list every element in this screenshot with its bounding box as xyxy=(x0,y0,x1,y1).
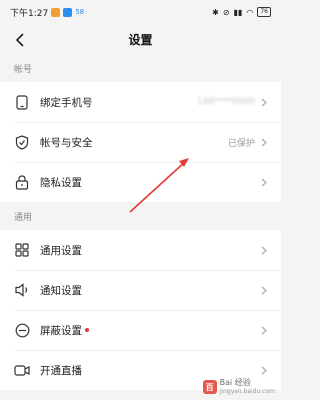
back-button[interactable] xyxy=(10,30,30,50)
security-status-value: 已保护 xyxy=(227,138,255,149)
general-group: 通用设置 通知设置 屏蔽设置 开通直播 xyxy=(0,230,281,390)
chevron-right-icon xyxy=(261,246,269,254)
notification-app-icon xyxy=(63,7,73,17)
notification-app-icon xyxy=(51,7,61,17)
section-header-account: 帐号 xyxy=(0,54,281,82)
status-bar: 下午1:27 58 ✱ ⊘ ▮▮ ◠ 76 xyxy=(0,0,281,24)
mute-icon: ⊘ xyxy=(222,7,230,17)
grid-icon xyxy=(14,242,30,258)
settings-item-label: 通用设置 xyxy=(40,244,82,257)
video-camera-icon xyxy=(14,362,30,378)
bluetooth-icon: ✱ xyxy=(212,7,219,17)
battery-icon: 76 xyxy=(257,7,271,17)
block-icon xyxy=(14,322,30,338)
wifi-icon: ◠ xyxy=(246,7,254,17)
settings-item-label: 帐号与安全 xyxy=(40,136,93,149)
settings-item-label: 绑定手机号 xyxy=(40,96,93,109)
lock-icon xyxy=(14,174,30,190)
section-header-general: 通用 xyxy=(0,202,281,230)
settings-item-notification[interactable]: 通知设置 xyxy=(0,270,281,310)
notification-app-badge: 58 xyxy=(75,8,85,16)
settings-item-label: 屏蔽设置 xyxy=(40,323,261,338)
chevron-right-icon xyxy=(261,286,269,294)
settings-item-label: 隐私设置 xyxy=(40,176,82,189)
red-dot-badge xyxy=(85,327,89,332)
settings-item-privacy[interactable]: 隐私设置 xyxy=(0,162,281,202)
settings-item-bind-phone[interactable]: 绑定手机号 188****0000 xyxy=(0,82,281,122)
watermark: 百 Bai 经验 jingyan.baidu.com xyxy=(202,378,275,396)
account-group: 绑定手机号 188****0000 帐号与安全 已保护 隐私设置 xyxy=(0,82,281,202)
settings-item-label-text: 屏蔽设置 xyxy=(40,324,82,337)
chevron-right-icon xyxy=(261,366,269,374)
settings-item-label: 开通直播 xyxy=(40,364,82,377)
chevron-right-icon xyxy=(261,178,269,186)
chevron-right-icon xyxy=(261,98,269,106)
phone-icon xyxy=(14,94,30,110)
settings-item-block[interactable]: 屏蔽设置 xyxy=(0,310,281,350)
signal-icon: ▮▮ xyxy=(233,7,243,17)
chevron-left-icon xyxy=(15,33,24,47)
shield-icon xyxy=(14,134,30,150)
speaker-icon xyxy=(14,282,30,298)
settings-item-label: 通知设置 xyxy=(40,284,82,297)
watermark-logo-icon: 百 xyxy=(202,380,217,394)
watermark-line1: Bai 经验 xyxy=(219,378,251,387)
chevron-right-icon xyxy=(261,138,269,146)
header: 设置 xyxy=(0,24,281,54)
status-time: 下午1:27 xyxy=(10,8,49,19)
page-title: 设置 xyxy=(128,32,153,47)
settings-item-general[interactable]: 通用设置 xyxy=(0,230,281,270)
watermark-line2: jingyan.baidu.com xyxy=(219,388,275,395)
chevron-right-icon xyxy=(261,326,269,334)
settings-item-account-security[interactable]: 帐号与安全 已保护 xyxy=(0,122,281,162)
phone-number-value: 188****0000 xyxy=(196,97,255,107)
